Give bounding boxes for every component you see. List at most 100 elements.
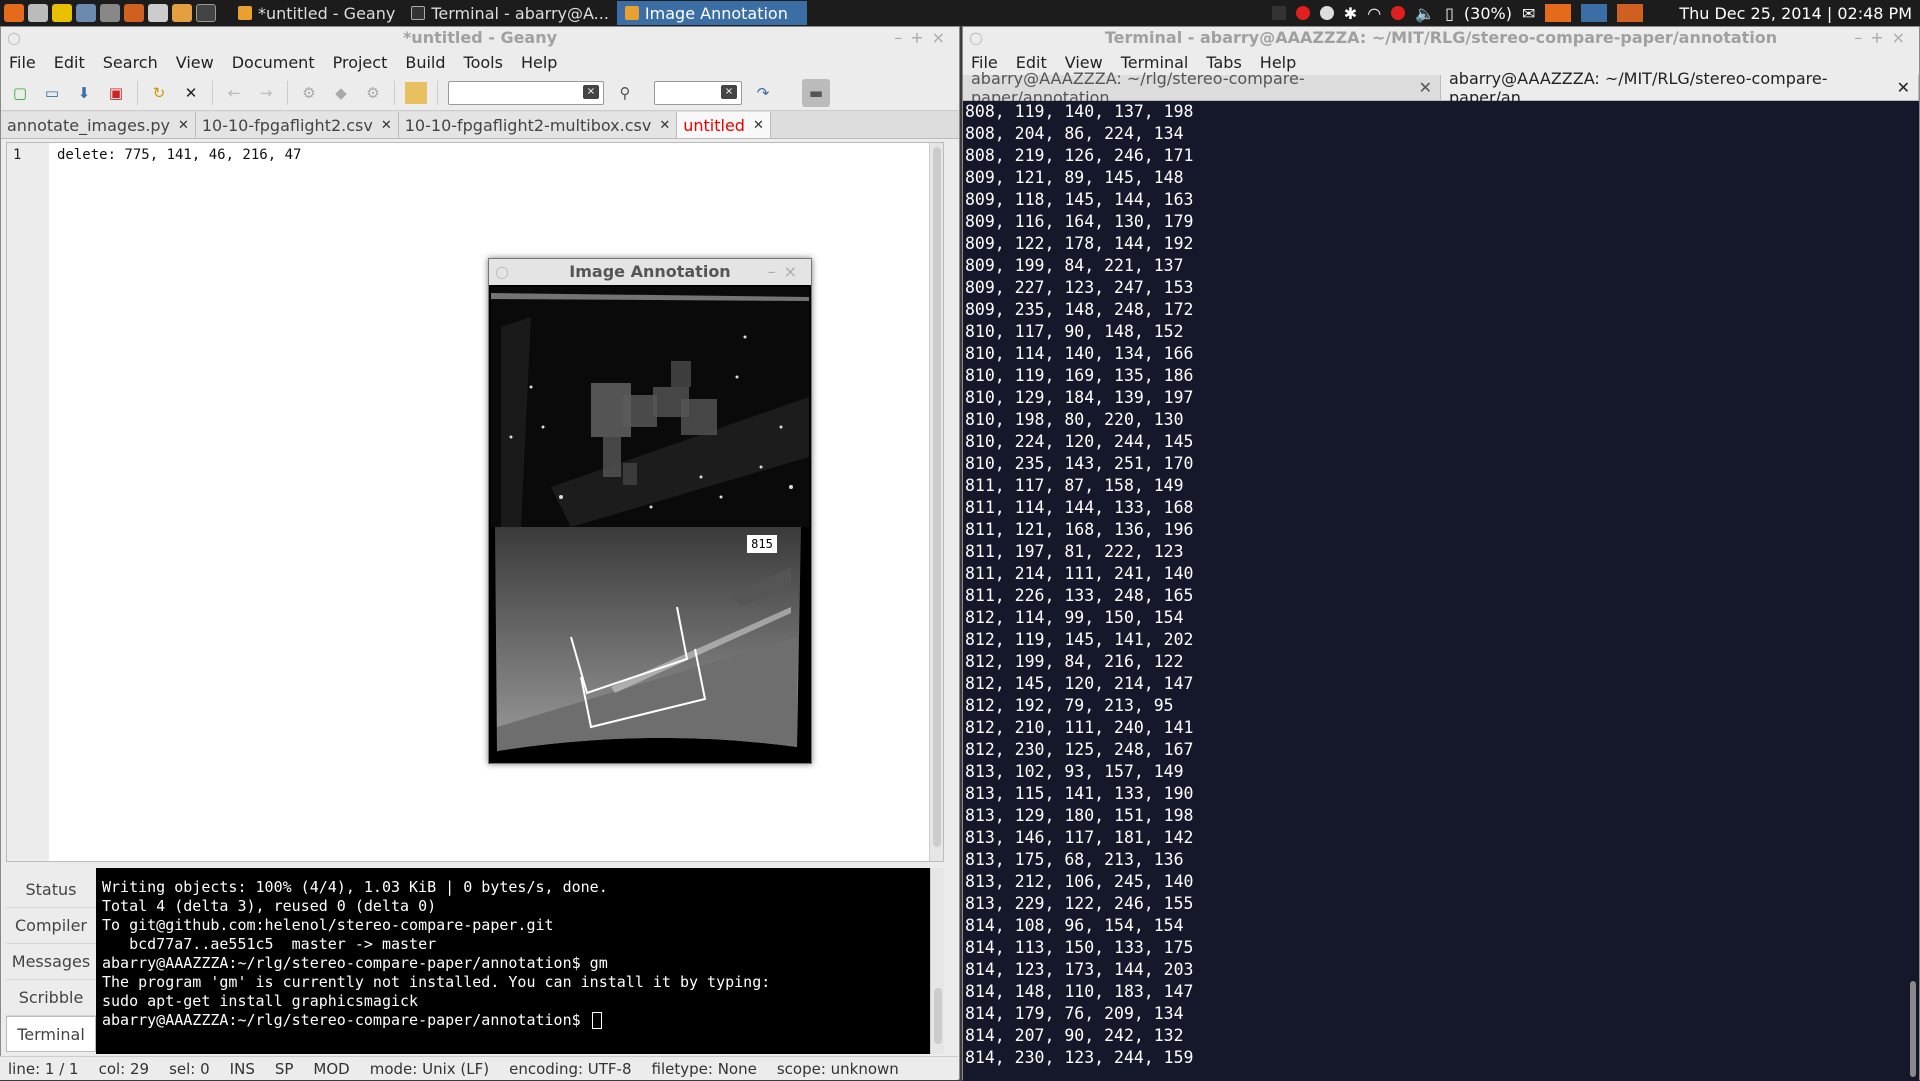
forward-icon[interactable]: → xyxy=(255,82,277,104)
battery-icon[interactable]: ▯ xyxy=(1445,4,1454,23)
tab-annotate-images[interactable]: annotate_images.py ✕ xyxy=(1,112,196,138)
window-menu-icon[interactable]: ○ xyxy=(495,259,509,285)
matlab-icon[interactable] xyxy=(124,4,144,22)
close-tab-icon[interactable]: ✕ xyxy=(178,118,189,133)
disparity-image[interactable] xyxy=(491,287,809,527)
menu-project[interactable]: Project xyxy=(333,53,388,72)
save-icon[interactable]: ⬇ xyxy=(73,82,95,104)
clear-goto-icon[interactable]: × xyxy=(721,84,737,99)
terminal-output-line: 809, 118, 145, 144, 163 xyxy=(965,190,1194,209)
color-chooser-icon[interactable] xyxy=(405,81,427,104)
window-switch-icon[interactable] xyxy=(1581,4,1608,22)
close-file-icon[interactable]: ✕ xyxy=(180,82,202,104)
gimp-icon[interactable] xyxy=(172,4,192,22)
volume-icon[interactable]: 🔈 xyxy=(1415,4,1435,23)
terminal-output[interactable]: 808, 119, 140, 137, 198 808, 204, 86, 224… xyxy=(963,101,1919,1081)
geany-titlebar[interactable]: ○ *untitled - Geany –+× xyxy=(1,27,959,49)
wifi-icon[interactable]: ◠ xyxy=(1367,4,1381,23)
tab-compiler[interactable]: Compiler xyxy=(6,908,96,944)
terminal-tab-2[interactable]: abarry@AAAZZZA: ~/MIT/RLG/stereo-compare… xyxy=(1441,69,1919,107)
menu-tools[interactable]: Tools xyxy=(464,53,503,72)
save-all-icon[interactable]: ▣ xyxy=(105,82,127,104)
record-icon[interactable] xyxy=(1295,6,1310,20)
build-icon[interactable]: ◆ xyxy=(330,82,352,104)
menu-view[interactable]: View xyxy=(176,53,214,72)
mail-icon[interactable]: ✉ xyxy=(1522,4,1535,23)
matlab-window-icon[interactable] xyxy=(1617,4,1644,22)
terminal-launcher-icon[interactable] xyxy=(196,4,216,22)
terminal-line: Writing objects: 100% (4/4), 1.03 KiB | … xyxy=(102,878,608,896)
scrollbar-thumb[interactable] xyxy=(934,988,942,1044)
search-input[interactable]: × xyxy=(448,80,604,105)
open-file-icon[interactable]: ▭ xyxy=(41,82,63,104)
clock[interactable]: Thu Dec 25, 2014 | 02:48 PM xyxy=(1679,4,1912,23)
tab-terminal[interactable]: Terminal xyxy=(6,1016,96,1052)
clear-search-icon[interactable]: × xyxy=(583,84,599,99)
close-tab-icon[interactable]: ✕ xyxy=(659,118,670,133)
task-terminal[interactable]: Terminal - abarry@A... xyxy=(403,1,617,25)
folder-icon[interactable] xyxy=(28,4,48,22)
window-controls[interactable]: –+× xyxy=(894,27,953,49)
firefox-icon[interactable] xyxy=(4,4,24,22)
workspace-icon[interactable] xyxy=(76,4,96,22)
tab-fpgaflight2-csv[interactable]: 10-10-fpgaflight2.csv ✕ xyxy=(195,112,399,138)
search-icon[interactable]: ⚲ xyxy=(614,82,636,104)
menu-document[interactable]: Document xyxy=(232,53,315,72)
goto-line-icon[interactable]: ↷ xyxy=(752,82,774,104)
terminal-output-line: 811, 226, 133, 248, 165 xyxy=(965,586,1194,605)
window-controls[interactable]: –× xyxy=(768,259,805,285)
menu-search[interactable]: Search xyxy=(103,53,158,72)
annotation-titlebar[interactable]: ○ Image Annotation –× xyxy=(489,259,811,285)
new-file-icon[interactable]: ▢ xyxy=(9,82,31,104)
close-tab-icon[interactable]: ✕ xyxy=(753,118,764,133)
bluetooth-icon[interactable]: ✱ xyxy=(1344,4,1357,23)
ubuntu-one-icon[interactable] xyxy=(52,4,72,22)
compile-icon[interactable]: ⚙ xyxy=(298,82,320,104)
terminal-titlebar[interactable]: ○ Terminal - abarry@AAAZZZA: ~/MIT/RLG/s… xyxy=(963,27,1919,49)
run-icon[interactable]: ⚙ xyxy=(362,82,384,104)
close-tab-icon[interactable]: ✕ xyxy=(1897,78,1910,97)
pidgin-icon[interactable] xyxy=(1319,6,1334,20)
terminal-output-line: 812, 199, 84, 216, 122 xyxy=(965,652,1184,671)
task-geany[interactable]: *untitled - Geany xyxy=(230,1,403,25)
terminal-tab-1[interactable]: abarry@AAAZZZA: ~/rlg/stereo-compare-pap… xyxy=(963,69,1441,107)
frame-number-label: 815 xyxy=(747,535,777,553)
terminal-output-line: 811, 197, 81, 222, 123 xyxy=(965,542,1184,561)
tab-fpgaflight2-multibox-csv[interactable]: 10-10-fpgaflight2-multibox.csv ✕ xyxy=(398,112,678,138)
tab-status[interactable]: Status xyxy=(6,872,96,908)
window-menu-icon[interactable]: ○ xyxy=(969,27,983,49)
camera-image[interactable] xyxy=(491,527,809,759)
close-tab-icon[interactable]: ✕ xyxy=(381,118,392,133)
terminal-output-line: 812, 230, 125, 248, 167 xyxy=(965,740,1194,759)
menu-help[interactable]: Help xyxy=(521,53,557,72)
task-image-annotation[interactable]: Image Annotation xyxy=(616,1,807,25)
close-tab-icon[interactable]: ✕ xyxy=(1419,78,1432,97)
task-terminal-label: Terminal - abarry@A... xyxy=(431,3,609,23)
back-icon[interactable]: ← xyxy=(223,82,245,104)
firefox-window-icon[interactable] xyxy=(1545,4,1572,22)
goto-line-input[interactable]: × xyxy=(654,80,742,105)
tab-scribble[interactable]: Scribble xyxy=(6,980,96,1016)
geany-icon xyxy=(238,6,252,20)
menu-build[interactable]: Build xyxy=(405,53,445,72)
scrollbar-thumb[interactable] xyxy=(1910,981,1916,1077)
revert-icon[interactable]: ↻ xyxy=(148,82,170,104)
menu-edit[interactable]: Edit xyxy=(54,53,85,72)
system-tray: ✱ ◠ 🔈 ▯ (30%) ✉ Thu Dec 25, 2014 | 02:48… xyxy=(1271,4,1920,23)
terminal-scrollbar[interactable] xyxy=(1907,101,1919,1081)
editor-scrollbar[interactable] xyxy=(929,143,943,861)
terminal-output-line: 814, 108, 96, 154, 154 xyxy=(965,916,1184,935)
tab-untitled[interactable]: untitled ✕ xyxy=(677,112,771,138)
window-controls[interactable]: –+× xyxy=(1854,27,1913,49)
monitor-icon[interactable] xyxy=(100,4,120,22)
network-off-icon[interactable] xyxy=(1391,6,1406,20)
calculator-icon[interactable] xyxy=(148,4,168,22)
scrollbar-thumb[interactable] xyxy=(933,147,941,847)
window-menu-icon[interactable]: ○ xyxy=(7,27,21,49)
tab-messages[interactable]: Messages xyxy=(6,944,96,980)
embedded-terminal[interactable]: Writing objects: 100% (4/4), 1.03 KiB | … xyxy=(96,868,930,1054)
menu-file[interactable]: File xyxy=(9,53,36,72)
quit-icon[interactable]: ▬ xyxy=(802,78,830,107)
terminal-scrollbar[interactable] xyxy=(930,868,944,1054)
editor-line[interactable]: delete: 775, 141, 46, 216, 47 xyxy=(57,147,301,163)
